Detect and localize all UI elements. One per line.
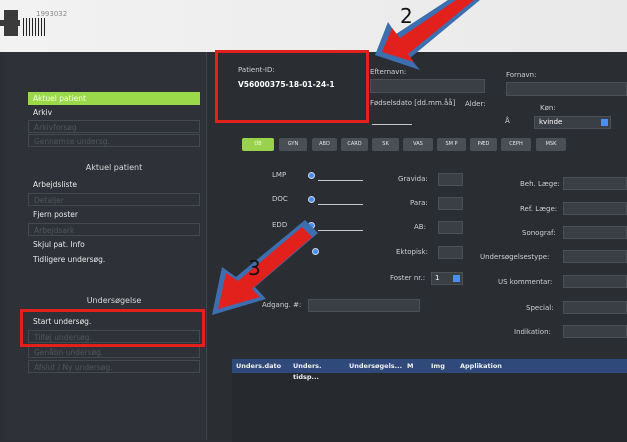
special-field[interactable] [563, 301, 627, 314]
left-menu-item[interactable]: Fjern poster [28, 208, 200, 221]
gravida-field[interactable] [438, 173, 463, 186]
ref-laege-field[interactable] [563, 202, 627, 215]
table-column-header[interactable]: Img [428, 361, 456, 372]
lmp-radio[interactable] [308, 172, 315, 179]
tab-abd[interactable]: ABD [312, 138, 337, 151]
foster-select[interactable]: 1 [431, 272, 463, 285]
arrow-2-icon [382, 0, 474, 62]
ref-laege-label: Ref. Læge: [520, 205, 558, 213]
tab-sm-p[interactable]: SM P [437, 138, 466, 151]
gravida-label: Gravida: [398, 175, 428, 183]
dob-label: Fødselsdato [dd.mm.åå] [370, 99, 456, 107]
section-title-undersoegelse: Undersøgelse [86, 296, 142, 305]
dropdown-arrow-icon [601, 119, 608, 126]
left-menu-item[interactable]: Tidligere undersøg. [28, 253, 200, 266]
callout-number-3: 3 [248, 256, 261, 280]
us-kommentar-field[interactable] [563, 275, 627, 288]
device-logo-icon [0, 10, 20, 36]
firstname-label: Fornavn: [506, 71, 537, 79]
age-unit: Å [505, 117, 510, 125]
indikation-label: Indikation: [514, 328, 551, 336]
tab-pæd[interactable]: PÆD [470, 138, 497, 151]
special-label: Special: [526, 304, 554, 312]
left-menu-item[interactable]: Arbejdsliste [28, 178, 200, 191]
tab-card[interactable]: CARD [341, 138, 368, 151]
indikation-field[interactable] [563, 325, 627, 338]
age-label: Alder: [465, 100, 486, 108]
tab-ceph[interactable]: CEPH [501, 138, 531, 151]
dob-field[interactable] [372, 124, 412, 125]
lmp-date[interactable] [318, 180, 363, 181]
doc-date[interactable] [318, 204, 363, 205]
undersoegelsestype-label: Undersøgelsestype: [480, 253, 550, 261]
adgang-field[interactable] [308, 299, 420, 312]
left-menu-item[interactable]: Arkiv [28, 106, 200, 119]
para-field[interactable] [438, 197, 463, 210]
para-label: Para: [410, 199, 428, 207]
sonograf-field[interactable] [563, 226, 627, 239]
sex-select[interactable]: kvinde [534, 116, 611, 129]
left-menu-item: Arbejdsark [28, 223, 200, 236]
callout-number-2: 2 [400, 4, 413, 28]
sex-value: kvinde [539, 118, 563, 126]
tab-vas[interactable]: VAS [403, 138, 433, 151]
table-column-header[interactable]: Applikation [457, 361, 537, 372]
tab-sk[interactable]: SK [372, 138, 399, 151]
table-column-header[interactable]: Unders.dato [233, 361, 289, 372]
doc-label: DOC [272, 195, 288, 203]
left-menu-item: Gennemse undersg. [28, 134, 200, 147]
left-menu-item: Afslut / Ny undersøg. [28, 360, 200, 373]
lmp-label: LMP [272, 171, 287, 179]
device-serial: 1993032 [36, 10, 68, 18]
left-menu-item: Arkivforsøg [28, 120, 200, 133]
tab-gyn[interactable]: GYN [279, 138, 307, 151]
tab-ob[interactable]: OB [242, 138, 274, 151]
beh-laege-field[interactable] [563, 177, 627, 190]
callout-arrow-2 [375, 0, 480, 70]
left-menu-item[interactable]: Skjul pat. Info [28, 238, 200, 251]
top-bezel [0, 0, 627, 52]
highlight-box-start-undersoeg [20, 309, 205, 347]
sonograf-label: Sonograf: [522, 229, 556, 237]
dropdown-arrow-icon [453, 275, 460, 282]
beh-laege-label: Beh. Læge: [520, 180, 560, 188]
section-title-aktuel-patient: Aktuel patient [85, 163, 143, 172]
foster-label: Foster nr.: [390, 274, 426, 282]
left-menu-item: Detaljer [28, 193, 200, 206]
edd-date[interactable] [318, 230, 363, 231]
table-column-header[interactable]: Undersøgels... [346, 361, 403, 372]
ab-field[interactable] [438, 221, 463, 234]
left-menu-item[interactable]: Aktuel patient [28, 92, 200, 105]
undersoegelsestype-field[interactable] [563, 250, 627, 263]
doc-radio[interactable] [308, 196, 315, 203]
barcode-icon [23, 18, 45, 36]
sex-label: Køn: [540, 104, 556, 112]
arrow-3-icon [218, 227, 312, 309]
ektopisk-label: Ektopisk: [396, 248, 428, 256]
us-kommentar-label: US kommentar: [498, 278, 553, 286]
tab-msk[interactable]: MSK [536, 138, 566, 151]
ab-label: AB: [414, 223, 426, 231]
ektopisk-field[interactable] [438, 246, 463, 259]
firstname-field[interactable] [506, 82, 627, 96]
table-column-header[interactable]: Unders. tidsp... [290, 361, 345, 381]
foster-value: 1 [435, 274, 440, 282]
table-column-header[interactable]: M [404, 361, 427, 372]
